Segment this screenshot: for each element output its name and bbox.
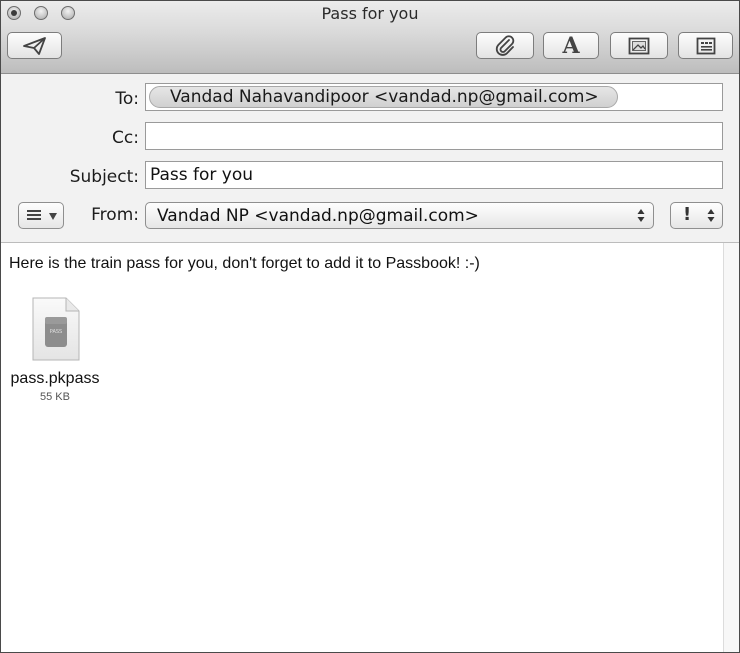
header-fields-menu-button[interactable] [18,202,64,229]
compose-window: Pass for you A To: Vandad Nahavandipoor … [0,0,740,653]
to-label: To: [115,89,139,109]
to-field[interactable]: Vandad Nahavandipoor <vandad.np@gmail.co… [145,83,723,111]
photo-browser-button[interactable] [610,32,668,59]
attachment-filename: pass.pkpass [10,370,100,387]
toolbar: Pass for you A [1,1,739,74]
font-icon: A [562,32,580,59]
message-body[interactable]: Here is the train pass for you, don't fo… [1,243,723,652]
priority-select[interactable]: ! [670,202,723,229]
photo-icon [628,37,650,54]
message-header: To: Vandad Nahavandipoor <vandad.np@gmai… [1,74,739,243]
cc-label: Cc: [112,128,139,148]
stationery-icon [696,37,715,54]
scrollbar[interactable] [723,243,739,652]
stationery-button[interactable] [678,32,733,59]
subject-value: Pass for you [150,165,254,185]
paper-plane-icon [22,36,46,55]
attachment-size: 55 KB [40,391,70,403]
recipient-token[interactable]: Vandad Nahavandipoor <vandad.np@gmail.co… [149,86,618,108]
pkpass-document-icon: PASS [32,297,80,361]
attach-button[interactable] [476,32,534,59]
from-value: Vandad NP <vandad.np@gmail.com> [157,206,479,226]
list-icon [27,209,41,222]
chevron-down-icon [49,213,57,220]
up-down-arrows-icon [707,209,715,222]
subject-label: Subject: [69,167,139,187]
subject-field[interactable]: Pass for you [145,161,723,189]
window-title: Pass for you [321,4,419,23]
body-text: Here is the train pass for you, don't fo… [9,255,480,272]
from-label: From: [91,205,139,225]
paperclip-icon [495,34,515,56]
send-button[interactable] [7,32,62,59]
priority-icon: ! [683,204,692,225]
up-down-arrows-icon [637,209,645,222]
cc-field[interactable] [145,122,723,150]
fonts-button[interactable]: A [543,32,599,59]
attachment[interactable]: PASS pass.pkpass 55 KB [5,295,105,405]
pass-badge: PASS [50,329,62,335]
from-select[interactable]: Vandad NP <vandad.np@gmail.com> [145,202,654,229]
